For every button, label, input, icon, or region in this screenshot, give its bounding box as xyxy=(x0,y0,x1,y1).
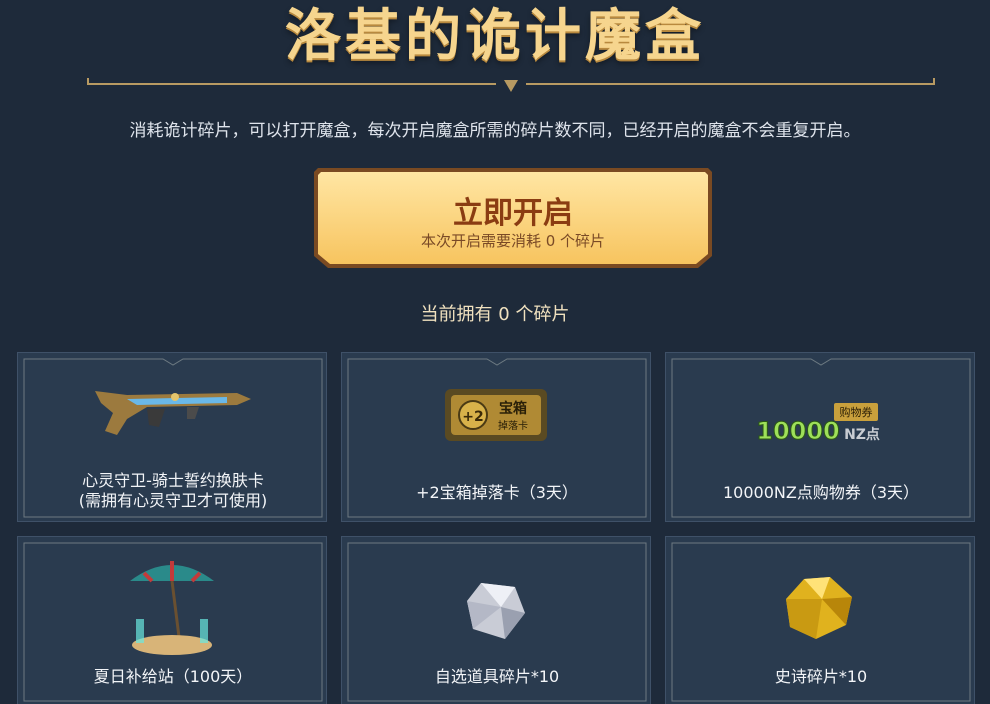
open-now-label: 立即开启 xyxy=(453,196,573,231)
voucher-unit: NZ点 xyxy=(844,426,880,443)
voucher-tag: 购物券 xyxy=(840,405,873,419)
gold-crystal-icon xyxy=(786,577,852,639)
silver-crystal-icon xyxy=(467,583,525,639)
page-title: 洛基的诡计魔盒 xyxy=(285,4,705,69)
reward-card-epic-fragment: 史诗碎片*10 xyxy=(665,536,975,704)
reward-card-skin: 心灵守卫-骑士誓约换肤卡 (需拥有心灵守卫才可使用) xyxy=(17,352,327,522)
reward-label-line2: (需拥有心灵守卫才可使用) xyxy=(78,491,268,510)
open-cost-text: 本次开启需要消耗 0 个碎片 xyxy=(420,232,606,250)
reward-card-item-fragment: 自选道具碎片*10 xyxy=(341,536,651,704)
rifle-icon xyxy=(95,391,251,435)
open-now-button[interactable]: 立即开启 本次开启需要消耗 0 个碎片 xyxy=(312,166,714,270)
chest-card-sub: 掉落卡 xyxy=(498,419,528,432)
reward-card-voucher: 购物券 10000 NZ点 10000NZ点购物券（3天） xyxy=(665,352,975,522)
reward-card-chest: +2 宝箱 掉落卡 +2宝箱掉落卡（3天） xyxy=(341,352,651,522)
reward-label: 10000NZ点购物券（3天） xyxy=(722,483,919,502)
reward-label: 史诗碎片*10 xyxy=(774,667,868,686)
chest-plus-text: +2 xyxy=(462,409,483,425)
reward-label: +2宝箱掉落卡（3天） xyxy=(416,483,578,502)
voucher-amount: 10000 xyxy=(756,417,840,443)
nz-voucher-icon: 购物券 10000 NZ点 xyxy=(756,403,880,443)
chest-drop-card-icon: +2 宝箱 掉落卡 xyxy=(445,389,547,441)
subtitle-text: 消耗诡计碎片，可以打开魔盒，每次开启魔盒所需的碎片数不同，已经开启的魔盒不会重复… xyxy=(129,121,861,141)
title-divider xyxy=(87,78,935,92)
owned-fragments-text: 当前拥有 0 个碎片 xyxy=(420,304,570,325)
reward-card-summer: 夏日补给站（100天） xyxy=(17,536,327,704)
beach-umbrella-icon xyxy=(130,561,214,655)
reward-label: 夏日补给站（100天） xyxy=(93,667,253,686)
reward-label: 自选道具碎片*10 xyxy=(434,667,560,686)
chest-card-title: 宝箱 xyxy=(499,400,527,417)
reward-label-line1: 心灵守卫-骑士誓约换肤卡 xyxy=(82,471,264,490)
